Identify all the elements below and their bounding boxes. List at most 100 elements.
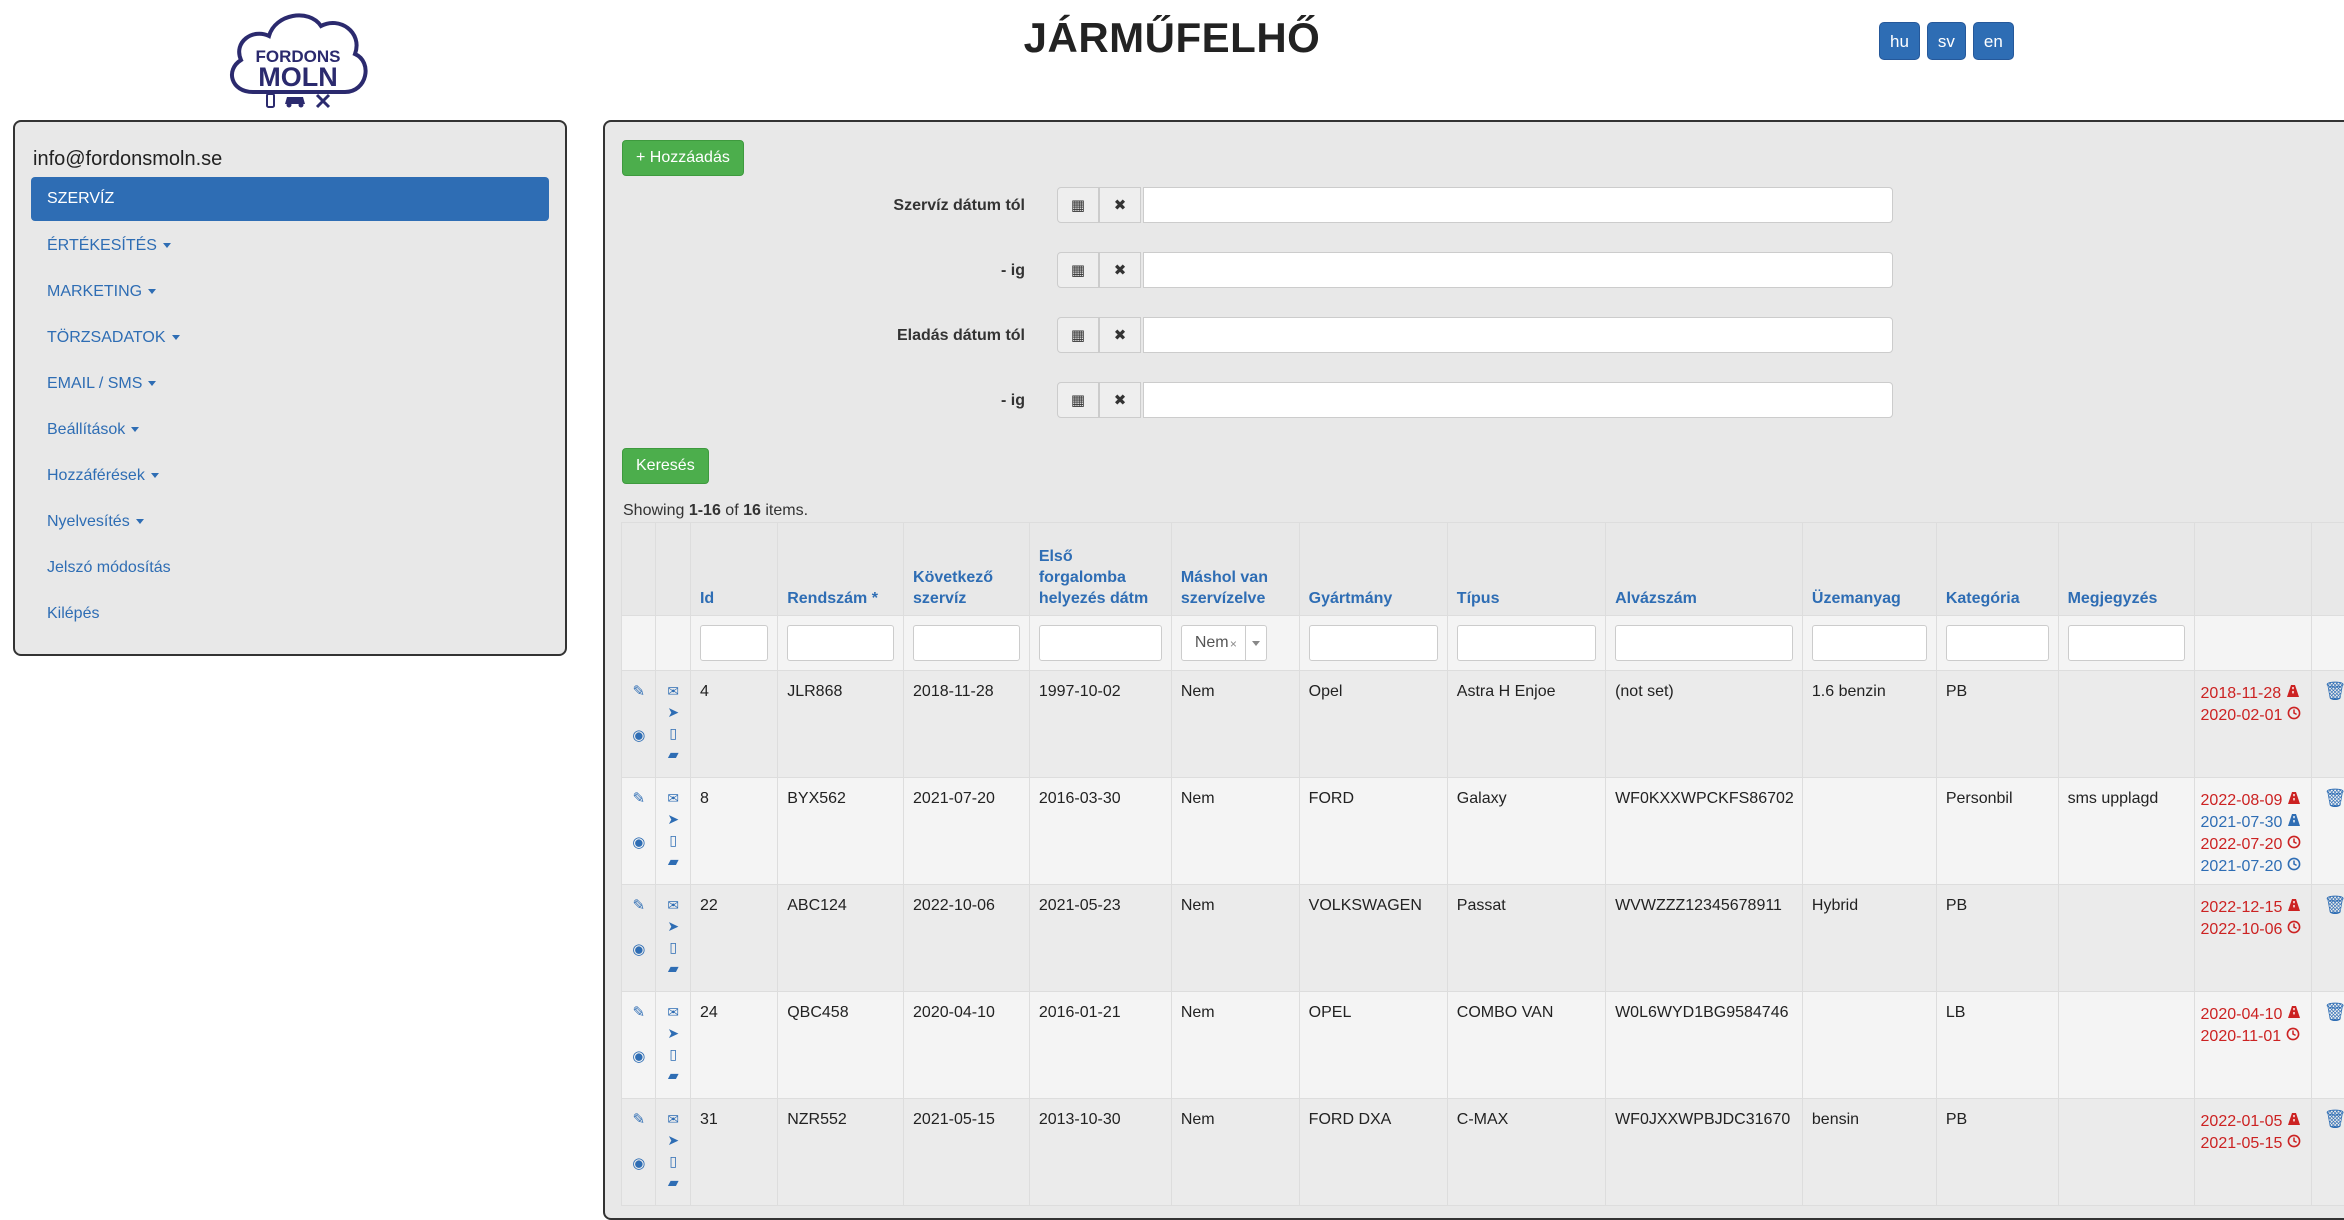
comment-icon[interactable]: ▰	[656, 1065, 689, 1086]
edit-icon[interactable]: ✎	[622, 1002, 655, 1024]
sidebar-item-beallitasok[interactable]: Beállítások	[31, 407, 549, 453]
filter-next-service-input[interactable]	[913, 625, 1020, 661]
filter-serviced-elsewhere-select[interactable]: Nem×	[1181, 625, 1267, 661]
sidebar-item-torzsadatok[interactable]: TÖRZSADATOK	[31, 315, 549, 361]
lang-button-en[interactable]: en	[1973, 22, 2014, 60]
header-serviced-elsewhere[interactable]: Máshol van szervízelve	[1171, 523, 1299, 616]
calendar-icon[interactable]: ▦	[1057, 317, 1099, 353]
cell-fuel: Hybrid	[1802, 885, 1936, 992]
cell-type: Astra H Enjoe	[1447, 671, 1605, 778]
filter-plate-input[interactable]	[787, 625, 894, 661]
sidebar-item-szerviz[interactable]: SZERVÍZ	[31, 177, 549, 221]
send-icon[interactable]: ➤	[656, 916, 689, 937]
sidebar-item-marketing[interactable]: MARKETING	[31, 269, 549, 315]
clear-icon[interactable]: ✖	[1099, 252, 1141, 288]
date-entry: 2021-07-30	[2201, 812, 2312, 834]
mobile-icon[interactable]: ▯	[656, 1044, 689, 1065]
header-category[interactable]: Kategória	[1936, 523, 2058, 616]
mobile-icon[interactable]: ▯	[656, 937, 689, 958]
envelope-icon[interactable]: ✉	[656, 1002, 689, 1023]
header-type[interactable]: Típus	[1447, 523, 1605, 616]
filter-first-registration-input[interactable]	[1039, 625, 1162, 661]
filter-fuel-input[interactable]	[1812, 625, 1927, 661]
envelope-icon[interactable]: ✉	[656, 788, 689, 809]
envelope-icon[interactable]: ✉	[656, 1109, 689, 1130]
comment-icon[interactable]: ▰	[656, 851, 689, 872]
envelope-icon[interactable]: ✉	[656, 895, 689, 916]
add-button[interactable]: + Hozzáadás	[622, 140, 744, 176]
date-entry: 2022-10-06	[2201, 919, 2312, 941]
clear-icon[interactable]: ✖	[1099, 382, 1141, 418]
filter-type-input[interactable]	[1457, 625, 1596, 661]
road-icon	[2286, 685, 2300, 702]
lang-button-sv[interactable]: sv	[1927, 22, 1966, 60]
comment-icon[interactable]: ▰	[656, 958, 689, 979]
clear-icon[interactable]: ✖	[1099, 187, 1141, 223]
filter-note-input[interactable]	[2068, 625, 2185, 661]
view-icon[interactable]: ◉	[622, 1153, 655, 1175]
filter-category-input[interactable]	[1946, 625, 2049, 661]
comment-icon[interactable]: ▰	[656, 744, 689, 765]
sidebar-item-hozzaferesek[interactable]: Hozzáférések	[31, 453, 549, 499]
envelope-icon[interactable]: ✉	[656, 681, 689, 702]
calendar-icon[interactable]: ▦	[1057, 382, 1099, 418]
filter-id-input[interactable]	[700, 625, 768, 661]
date-input[interactable]	[1143, 382, 1893, 418]
trash-icon[interactable]: 🗑	[2324, 1109, 2344, 1129]
header-plate[interactable]: Rendszám *	[778, 523, 904, 616]
mobile-icon[interactable]: ▯	[656, 723, 689, 744]
filter-label: Eladás dátum tól	[605, 327, 1025, 345]
filter-vin-input[interactable]	[1615, 625, 1793, 661]
header-id[interactable]: Id	[690, 523, 777, 616]
cell-first-registration: 2013-10-30	[1029, 1099, 1171, 1206]
header-fuel[interactable]: Üzemanyag	[1802, 523, 1936, 616]
send-icon[interactable]: ➤	[656, 702, 689, 723]
sidebar-item-label: Jelszó módosítás	[47, 559, 171, 576]
table-row: ✎◉✉➤▯▰8BYX5622021-07-202016-03-30NemFORD…	[622, 778, 2344, 885]
clear-icon[interactable]: ✖	[1099, 317, 1141, 353]
filter-make-input[interactable]	[1309, 625, 1438, 661]
clear-icon[interactable]: ×	[1230, 627, 1237, 661]
results-summary: Showing 1-16 of 16 items.	[623, 502, 808, 520]
view-icon[interactable]: ◉	[622, 939, 655, 961]
search-button[interactable]: Keresés	[622, 448, 709, 484]
sidebar-item-ertekesites[interactable]: ÉRTÉKESÍTÉS	[31, 223, 549, 269]
chevron-down-icon[interactable]	[1245, 626, 1266, 660]
send-icon[interactable]: ➤	[656, 809, 689, 830]
header-note[interactable]: Megjegyzés	[2058, 523, 2194, 616]
header-make[interactable]: Gyártmány	[1299, 523, 1447, 616]
trash-icon[interactable]: 🗑	[2324, 895, 2344, 915]
sidebar-item-email-sms[interactable]: EMAIL / SMS	[31, 361, 549, 407]
date-input[interactable]	[1143, 317, 1893, 353]
sidebar-item-kilepes[interactable]: Kilépés	[31, 591, 549, 637]
mobile-icon[interactable]: ▯	[656, 1151, 689, 1172]
edit-icon[interactable]: ✎	[622, 788, 655, 810]
date-input[interactable]	[1143, 187, 1893, 223]
cell-first-registration: 1997-10-02	[1029, 671, 1171, 778]
send-icon[interactable]: ➤	[656, 1023, 689, 1044]
view-icon[interactable]: ◉	[622, 832, 655, 854]
calendar-icon[interactable]: ▦	[1057, 252, 1099, 288]
comment-icon[interactable]: ▰	[656, 1172, 689, 1193]
calendar-icon[interactable]: ▦	[1057, 187, 1099, 223]
trash-icon[interactable]: 🗑	[2324, 1002, 2344, 1022]
header-first-registration[interactable]: Első forgalomba helyezés dátm	[1029, 523, 1171, 616]
date-input[interactable]	[1143, 252, 1893, 288]
sidebar-item-jelszo-modositas[interactable]: Jelszó módosítás	[31, 545, 549, 591]
header-next-service[interactable]: Következő szervíz	[904, 523, 1030, 616]
sidebar-item-label: EMAIL / SMS	[47, 375, 142, 392]
view-icon[interactable]: ◉	[622, 1046, 655, 1068]
send-icon[interactable]: ➤	[656, 1130, 689, 1151]
mobile-icon[interactable]: ▯	[656, 830, 689, 851]
trash-icon[interactable]: 🗑	[2324, 788, 2344, 808]
edit-icon[interactable]: ✎	[622, 895, 655, 917]
edit-icon[interactable]: ✎	[622, 681, 655, 703]
sidebar-item-label: SZERVÍZ	[47, 190, 114, 207]
view-icon[interactable]: ◉	[622, 725, 655, 747]
header-vin[interactable]: Alvázszám	[1606, 523, 1803, 616]
cell-first-registration: 2021-05-23	[1029, 885, 1171, 992]
trash-icon[interactable]: 🗑	[2324, 681, 2344, 701]
lang-button-hu[interactable]: hu	[1879, 22, 1920, 60]
sidebar-item-nyelvesites[interactable]: Nyelvesítés	[31, 499, 549, 545]
edit-icon[interactable]: ✎	[622, 1109, 655, 1131]
